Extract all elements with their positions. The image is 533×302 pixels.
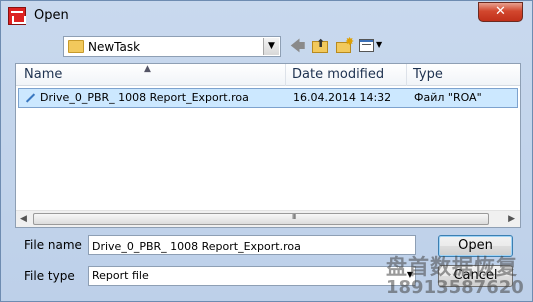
up-folder-icon[interactable]: ⬆ <box>312 38 330 54</box>
file-type-select[interactable]: Report file ▼ <box>88 266 416 286</box>
column-date-modified[interactable]: Date modified <box>286 64 407 86</box>
file-name-input[interactable] <box>88 235 416 255</box>
scroll-thumb[interactable] <box>33 213 489 225</box>
chevron-down-icon[interactable]: ▼ <box>263 38 279 55</box>
file-type-value: Report file <box>92 269 149 282</box>
back-arrow-icon[interactable]: 🡄 <box>290 38 306 54</box>
file-type-label: File type <box>24 269 75 283</box>
folder-icon <box>68 40 84 53</box>
file-list[interactable]: Name ▲ Date modified Type Drive_0_PBR_ 1… <box>15 63 521 228</box>
scroll-grip-icon: III <box>292 213 296 221</box>
list-header: Name ▲ Date modified Type <box>16 64 520 86</box>
folder-combo[interactable]: NewTask ▼ <box>63 36 281 57</box>
new-folder-icon[interactable]: ✸ <box>336 35 354 54</box>
watermark-phone: 18913587620 <box>386 277 524 298</box>
file-name-label: File name <box>24 238 82 252</box>
column-type[interactable]: Type <box>407 64 520 86</box>
view-menu-icon[interactable]: ▼ <box>359 38 385 54</box>
dialog-title: Open <box>34 8 69 23</box>
file-icon <box>24 92 36 104</box>
horizontal-scrollbar[interactable]: ◀ III ▶ <box>16 210 520 227</box>
scroll-left-icon[interactable]: ◀ <box>20 214 27 224</box>
column-name[interactable]: Name ▲ <box>16 64 286 86</box>
scroll-right-icon[interactable]: ▶ <box>508 214 515 224</box>
title-bar: Open ✕ <box>1 1 532 31</box>
file-name: Drive_0_PBR_ 1008 Report_Export.roa <box>40 91 249 104</box>
close-button[interactable]: ✕ <box>478 2 523 22</box>
file-type: Файл "ROA" <box>414 91 482 104</box>
file-date: 16.04.2014 14:32 <box>293 91 392 104</box>
open-dialog: Open ✕ NewTask ▼ 🡄 ⬆ ✸ ▼ Name ▲ Date mod… <box>0 0 533 302</box>
file-row[interactable]: Drive_0_PBR_ 1008 Report_Export.roa 16.0… <box>18 88 518 108</box>
current-folder: NewTask <box>88 40 141 54</box>
sort-ascending-icon: ▲ <box>144 64 151 74</box>
app-icon <box>8 7 26 25</box>
